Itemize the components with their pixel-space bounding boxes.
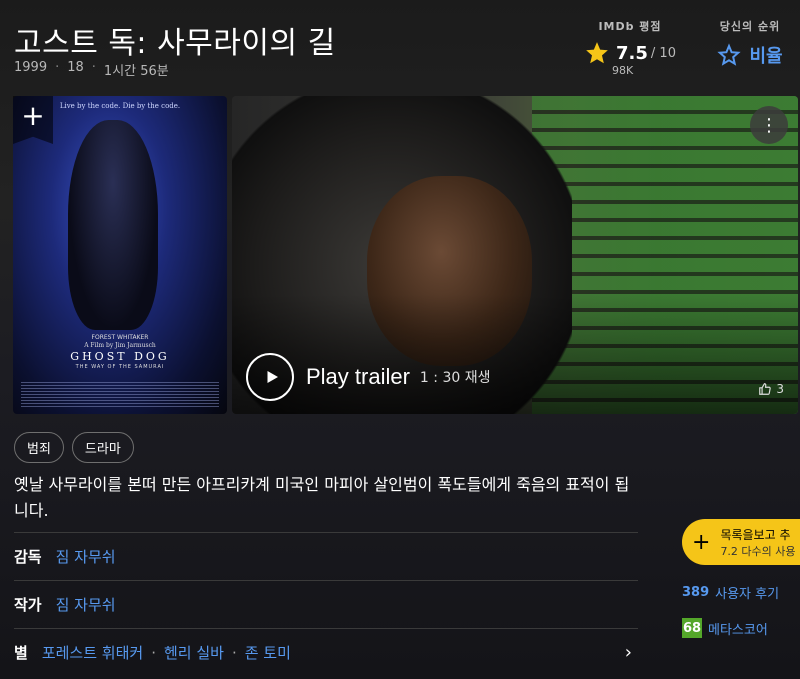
writer-link[interactable]: 짐 자무쉬 [56, 594, 116, 615]
rate-label: 비율 [749, 46, 783, 67]
metascore-label: 메타스코어 [708, 622, 768, 638]
poster-actor: FOREST WHITAKER [91, 334, 149, 341]
separator-dot: · [55, 60, 60, 75]
director-row: 감독 짐 자무쉬 [14, 532, 638, 580]
star-link[interactable]: 존 토미 [245, 642, 291, 663]
writer-row: 작가 짐 자무쉬 [14, 580, 638, 628]
genre-chips: 범죄 드라마 [14, 432, 134, 463]
poster-fine-print [21, 382, 219, 408]
imdb-rating-label: IMDb 평점 [598, 20, 662, 33]
director-link[interactable]: 짐 자무쉬 [56, 546, 116, 567]
separator-dot: · [151, 643, 156, 662]
plot-description: 옛날 사무라이를 본떠 만든 아프리카계 미국인 마피아 살인범이 폭도들에게 … [14, 475, 630, 520]
runtime: 1시간 56분 [103, 64, 169, 79]
trailer-duration: 1 : 30 재생 [420, 367, 491, 387]
review-count: 389 [682, 585, 710, 600]
star-outline-icon [717, 43, 742, 66]
page-title: 고스트 독: 사무라이의 길 [14, 26, 336, 61]
stars-label: 별 [14, 644, 28, 662]
star-icon [586, 42, 608, 64]
plus-icon: + [21, 99, 45, 132]
watchlist-line2: 7.2 다수의 사용 [720, 544, 796, 558]
your-rating-label: 당신의 순위 [719, 20, 781, 33]
poster-figure [68, 120, 158, 330]
duration-suffix: 재생 [464, 370, 491, 386]
play-trailer-label: Play trailer [306, 364, 410, 389]
writer-label: 작가 [14, 596, 42, 614]
imdb-score: 7.5 [616, 42, 648, 64]
trailer-video[interactable]: ⋮ Play trailer 1 : 30 재생 3 [232, 96, 798, 414]
title-meta: 1999 · 18 · 1시간 56분 [14, 60, 169, 79]
play-icon [246, 353, 294, 401]
plus-icon: + [692, 529, 711, 555]
imdb-vote-count: 98K [612, 64, 634, 77]
like-button[interactable]: 3 [758, 382, 784, 396]
imdb-rating[interactable]: IMDb 평점 7.5 / 10 98K [580, 18, 680, 77]
more-options-icon[interactable]: ⋮ [750, 106, 788, 144]
movie-poster[interactable]: Live by the code. Die by the code. FORES… [13, 96, 227, 414]
metascore-link[interactable]: 68 메타스코어 [682, 618, 768, 638]
poster-title: GHOST DOG [70, 350, 170, 363]
separator-dot: · [231, 643, 237, 662]
release-year[interactable]: 1999 [14, 60, 47, 79]
separator-dot: · [91, 60, 96, 75]
imdb-rating-row: 7.5 / 10 [580, 40, 680, 66]
poster-subtitle: THE WAY OF THE SAMURAI [75, 364, 165, 370]
review-label: 사용자 후기 [715, 587, 780, 602]
watchlist-text: 목록을보고 추 7.2 다수의 사용 [720, 526, 795, 559]
imdb-max: / 10 [650, 45, 676, 61]
thumbs-up-icon [759, 383, 772, 395]
duration-value: 1 : 30 [419, 370, 461, 386]
genre-chip[interactable]: 드라마 [71, 432, 134, 463]
director-label: 감독 [14, 548, 42, 566]
chevron-right-icon[interactable]: › [625, 642, 632, 663]
star-link[interactable]: 포레스트 휘태커 [42, 642, 143, 663]
your-rating[interactable]: 당신의 순위 비율 [700, 18, 800, 68]
play-trailer-button[interactable]: Play trailer 1 : 30 재생 [246, 353, 490, 401]
age-rating[interactable]: 18 [67, 60, 84, 79]
watchlist-button[interactable]: + 목록을보고 추 7.2 다수의 사용 [682, 519, 800, 565]
watchlist-line1: 목록을보고 추 [720, 527, 791, 542]
poster-film-by: A Film by Jim Jarmusch [84, 342, 156, 349]
genre-chip[interactable]: 범죄 [14, 432, 64, 463]
stars-row[interactable]: 별 포레스트 휘태커 · 헨리 실바 · 존 토미 › [14, 628, 638, 676]
like-count: 3 [776, 382, 784, 396]
rate-button[interactable]: 비율 [700, 42, 800, 68]
star-link[interactable]: 헨리 실바 [164, 642, 224, 663]
metascore-badge: 68 [682, 618, 702, 638]
user-reviews-link[interactable]: 389 사용자 후기 [682, 583, 779, 602]
